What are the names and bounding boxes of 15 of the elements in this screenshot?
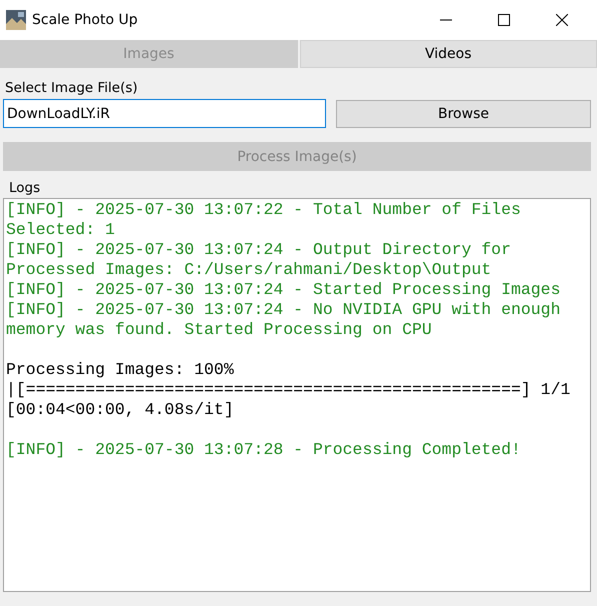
app-icon [6,10,26,30]
log-line: [INFO] - 2025-07-30 13:07:24 - Output Directory for Processed Images: C:/Users/rahmani/Desktop\Output [6,240,512,280]
file-input-field[interactable]: DownLoadLY.iR [3,99,326,128]
tab[interactable]: Videos [300,40,597,68]
field-label: Select Image File(s) [5,80,138,96]
log-line: [00:04<00:00, 4.08s/it] [6,400,235,420]
log-line: [INFO] - 2025-07-30 13:07:24 - No NVIDIA GPU with enough memory was found. Started Processing on CPU [6,300,562,340]
log-line: [INFO] - 2025-07-30 13:07:22 - Total Number of Files Selected: 1 [6,200,522,240]
log-line: [INFO] - 2025-07-30 13:07:24 - Started Processing Images [6,280,562,300]
log-line: [INFO] - 2025-07-30 13:07:28 - Processing Completed! [6,440,522,460]
window-title: Scale Photo Up [32,12,139,28]
logs-label: Logs [9,180,40,196]
browse-button[interactable]: Browse [336,100,591,128]
log-line: |[==================================================] 1/1 [6,380,572,400]
log-line: Processing Images: 100% [6,360,235,380]
